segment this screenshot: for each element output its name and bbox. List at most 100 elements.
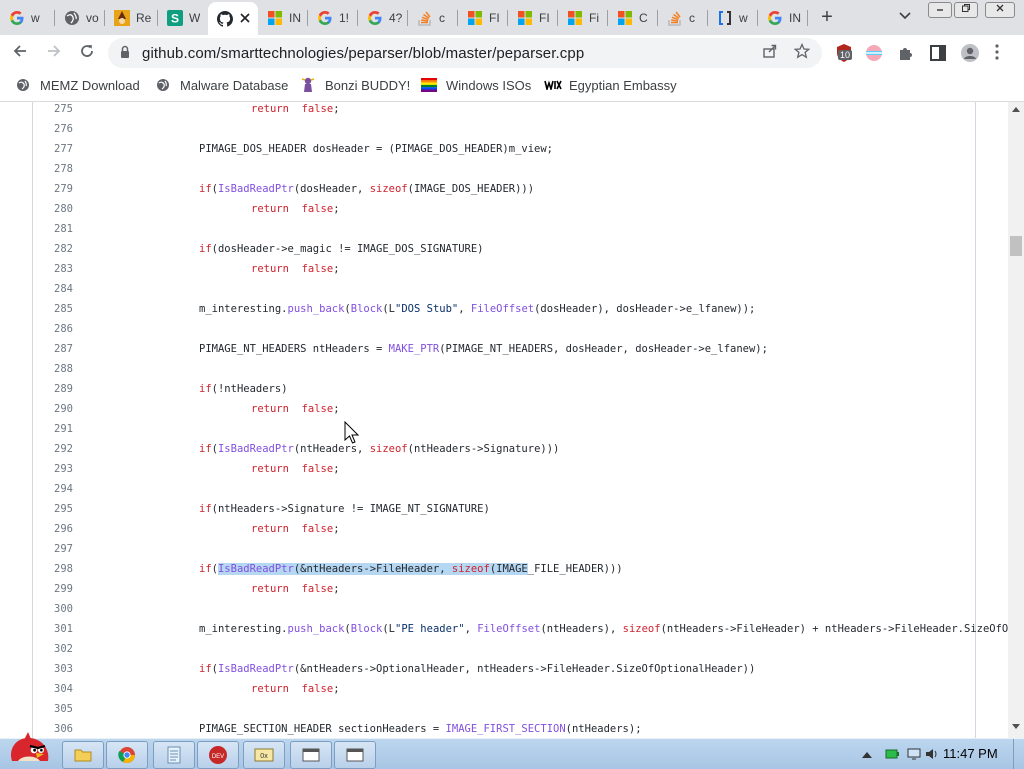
line-number[interactable]: 305	[33, 699, 73, 719]
code-token: if	[199, 183, 212, 195]
code-line: 281	[33, 219, 975, 239]
minimize-button[interactable]	[928, 2, 952, 18]
battery-icon[interactable]	[885, 748, 899, 760]
back-button[interactable]	[8, 41, 32, 65]
line-number[interactable]: 275	[33, 102, 73, 119]
line-number[interactable]: 281	[33, 219, 73, 239]
taskbar-clock[interactable]: 11:47 PM	[943, 746, 998, 761]
line-number[interactable]: 299	[33, 579, 73, 599]
network-icon[interactable]	[907, 748, 921, 760]
line-number[interactable]: 298	[33, 559, 73, 579]
line-number[interactable]: 288	[33, 359, 73, 379]
restore-button[interactable]	[954, 2, 978, 18]
code-token: (IMAGE	[489, 563, 528, 575]
line-number[interactable]: 286	[33, 319, 73, 339]
tab-close-icon[interactable]	[240, 10, 250, 27]
start-button-angry-bird-icon[interactable]	[4, 731, 54, 769]
line-number[interactable]: 294	[33, 479, 73, 499]
line-number[interactable]: 293	[33, 459, 73, 479]
tab-search-button[interactable]	[893, 7, 917, 27]
bookmark-memz-download[interactable]: MEMZ Download	[15, 77, 140, 93]
taskbar-notepad[interactable]	[153, 741, 195, 769]
show-desktop-button[interactable]	[1013, 739, 1024, 769]
extension-colorful-icon[interactable]	[864, 43, 884, 63]
code-token: Block	[350, 623, 383, 635]
line-number[interactable]: 304	[33, 679, 73, 699]
code-token: false	[301, 263, 334, 275]
browser-tab[interactable]: vo	[55, 4, 105, 32]
taskbar-hex-editor[interactable]: 0x	[243, 741, 285, 769]
line-number[interactable]: 292	[33, 439, 73, 459]
line-number[interactable]: 276	[33, 119, 73, 139]
line-number[interactable]: 284	[33, 279, 73, 299]
taskbar-window-1[interactable]	[290, 741, 332, 769]
line-number[interactable]: 277	[33, 139, 73, 159]
line-number[interactable]: 295	[33, 499, 73, 519]
bookmark-malware-database[interactable]: Malware Database	[155, 77, 288, 93]
side-panel-icon[interactable]	[928, 43, 948, 63]
browser-tab[interactable]: Fi	[558, 4, 608, 32]
browser-tab[interactable]: 4?	[358, 4, 408, 32]
browser-tab[interactable]: c	[658, 4, 708, 32]
profile-avatar-icon[interactable]	[960, 43, 980, 63]
line-number[interactable]: 282	[33, 239, 73, 259]
address-bar[interactable]: github.com/smarttechnologies/peparser/bl…	[108, 38, 822, 68]
code-line: 284	[33, 279, 975, 299]
browser-tab[interactable]: w	[0, 4, 55, 32]
line-number[interactable]: 301	[33, 619, 73, 639]
browser-tab[interactable]: IN	[258, 4, 308, 32]
taskbar-devcpp[interactable]: DEV	[197, 741, 239, 769]
code-block[interactable]: 275 return false; 276 277 PIMAGE_DOS_HEADER …	[33, 102, 1008, 738]
line-number[interactable]: 291	[33, 419, 73, 439]
line-number[interactable]: 303	[33, 659, 73, 679]
bookmark-bonzi-buddy[interactable]: Bonzi BUDDY!	[300, 77, 410, 93]
line-number[interactable]: 302	[33, 639, 73, 659]
tray-expand-icon[interactable]	[862, 750, 872, 758]
browser-tab[interactable]: IN	[758, 4, 808, 32]
line-number[interactable]: 300	[33, 599, 73, 619]
browser-tab[interactable]: c	[408, 4, 458, 32]
reload-button[interactable]	[75, 41, 99, 65]
browser-tab[interactable]: Re	[105, 4, 158, 32]
line-number[interactable]: 287	[33, 339, 73, 359]
scroll-down-arrow-icon[interactable]	[1012, 724, 1020, 732]
browser-tab[interactable]	[208, 2, 258, 35]
browser-menu-button[interactable]	[995, 44, 999, 63]
notepad-icon	[167, 746, 181, 764]
browser-tab[interactable]: 1!	[308, 4, 358, 32]
line-number[interactable]: 296	[33, 519, 73, 539]
bookmark-star-button[interactable]	[792, 42, 812, 63]
line-number[interactable]: 289	[33, 379, 73, 399]
forward-button[interactable]	[42, 41, 66, 65]
scroll-up-arrow-icon[interactable]	[1012, 106, 1020, 114]
bookmark-windows-isos[interactable]: Windows ISOs	[421, 77, 531, 93]
browser-tab[interactable]: C	[608, 4, 658, 32]
puzzle-extensions-icon[interactable]	[896, 43, 916, 63]
taskbar-chrome[interactable]	[106, 741, 148, 769]
browser-tab[interactable]: FI	[508, 4, 558, 32]
browser-tab[interactable]: SW	[158, 4, 208, 32]
browser-tab[interactable]: w	[708, 4, 758, 32]
browser-tab[interactable]: FI	[458, 4, 508, 32]
scrollbar-thumb[interactable]	[1010, 236, 1022, 256]
line-number[interactable]: 285	[33, 299, 73, 319]
share-button[interactable]	[760, 43, 780, 63]
line-number[interactable]: 280	[33, 199, 73, 219]
line-number[interactable]: 297	[33, 539, 73, 559]
taskbar-window-2[interactable]	[334, 741, 376, 769]
line-number[interactable]: 278	[33, 159, 73, 179]
line-number[interactable]: 283	[33, 259, 73, 279]
close-window-button[interactable]	[985, 2, 1015, 18]
bookmark-egyptian-embassy[interactable]: Egyptian Embassy	[544, 77, 677, 93]
new-tab-button[interactable]: +	[815, 6, 839, 30]
taskbar-explorer[interactable]	[62, 741, 104, 769]
code-token: push_back	[287, 303, 345, 315]
code-line: 280 return false;	[33, 199, 975, 219]
volume-icon[interactable]	[925, 748, 939, 760]
code-token: sizeof	[369, 443, 408, 455]
code-token: IsBadReadPtr	[217, 443, 294, 455]
line-number[interactable]: 290	[33, 399, 73, 419]
line-number[interactable]: 279	[33, 179, 73, 199]
code-line: 294	[33, 479, 975, 499]
vertical-scrollbar[interactable]	[1008, 102, 1024, 738]
